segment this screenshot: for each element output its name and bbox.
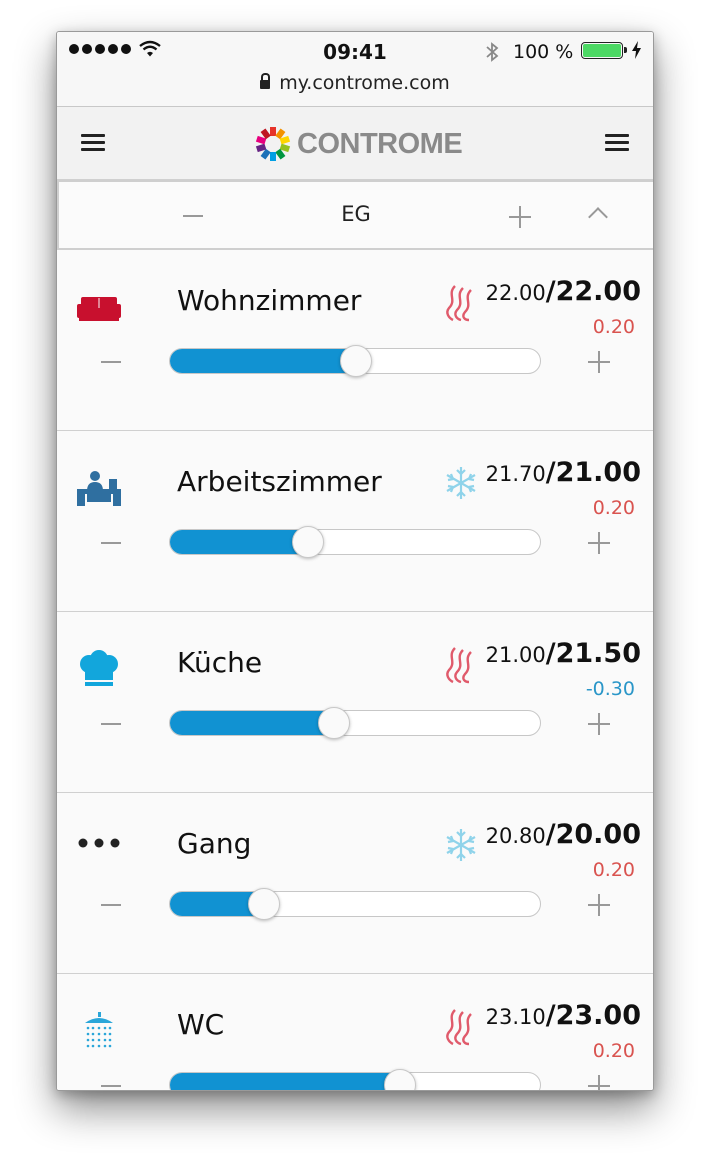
url-text: my.controme.com — [279, 72, 450, 94]
logo-text: CONTROME — [297, 127, 463, 160]
room-name: Wohnzimmer — [177, 284, 362, 317]
temperature-slider[interactable] — [169, 888, 541, 920]
increase-temperature-button[interactable] — [588, 532, 610, 554]
chef-hat-icon — [80, 650, 118, 686]
temperature-offset: 0.20 — [592, 859, 635, 881]
more-dots-icon — [78, 838, 120, 848]
slider-handle[interactable] — [291, 526, 324, 558]
temperature-display: 23.10/23.00 — [485, 1000, 641, 1031]
room-card: Wohnzimmer 22.00/22.00 0.20 — [57, 250, 653, 431]
slider-handle[interactable] — [247, 888, 280, 920]
cooling-icon — [446, 467, 476, 499]
actual-temperature: 21.00 — [485, 643, 546, 667]
address-bar[interactable]: my.controme.com — [57, 72, 653, 94]
office-desk-icon — [77, 471, 121, 506]
temperature-display: 21.00/21.50 — [485, 638, 641, 669]
battery-percentage: 100 % — [513, 41, 574, 63]
room-card: Gang 20.80/20.00 0.20 — [57, 793, 653, 974]
increase-temperature-button[interactable] — [588, 713, 610, 735]
target-temperature: 22.00 — [555, 276, 641, 307]
room-card: Küche 21.00/21.50 -0.30 — [57, 612, 653, 793]
slider-fill — [170, 349, 355, 373]
temperature-offset: -0.30 — [585, 678, 635, 700]
decrease-temperature-button[interactable] — [101, 1085, 121, 1087]
sofa-icon — [77, 297, 121, 321]
right-menu-icon[interactable] — [605, 134, 629, 152]
bluetooth-icon — [486, 42, 499, 62]
actual-temperature: 23.10 — [485, 1005, 546, 1029]
room-name: Arbeitszimmer — [177, 465, 382, 498]
temperature-offset: 0.20 — [592, 1040, 635, 1062]
room-card: WC 23.10/23.00 0.20 — [57, 974, 653, 1090]
temperature-slider[interactable] — [169, 707, 541, 739]
heating-icon — [446, 647, 472, 684]
floor-selector: EG — [57, 180, 653, 250]
heating-icon — [446, 285, 472, 322]
temperature-slider[interactable] — [169, 1069, 541, 1090]
increase-temperature-button[interactable] — [588, 894, 610, 916]
target-temperature: 23.00 — [555, 1000, 641, 1031]
temperature-slider[interactable] — [169, 345, 541, 377]
room-name: Küche — [177, 646, 263, 679]
charging-bolt-icon — [632, 41, 641, 59]
increase-temperature-button[interactable] — [588, 351, 610, 373]
target-temperature: 21.00 — [555, 457, 641, 488]
slider-fill — [170, 1073, 400, 1090]
target-temperature: 21.50 — [555, 638, 641, 669]
actual-temperature: 21.70 — [485, 462, 546, 486]
temperature-offset: 0.20 — [592, 497, 635, 519]
cooling-icon — [446, 829, 476, 861]
status-bar: 09:41 100 % my.controme.com — [57, 32, 653, 107]
slider-fill — [170, 530, 307, 554]
heating-icon — [446, 1009, 472, 1046]
phone-frame: 09:41 100 % my.controme.com CONTROME EG … — [56, 31, 654, 1091]
shower-icon — [85, 1012, 113, 1048]
actual-temperature: 20.80 — [485, 824, 546, 848]
left-menu-icon[interactable] — [81, 134, 105, 152]
temperature-slider[interactable] — [169, 526, 541, 558]
floor-next-button[interactable] — [509, 206, 531, 228]
floor-label: EG — [341, 202, 371, 226]
lock-icon — [260, 73, 271, 89]
decrease-temperature-button[interactable] — [101, 904, 121, 906]
target-temperature: 20.00 — [555, 819, 641, 850]
actual-temperature: 22.00 — [485, 281, 546, 305]
temperature-display: 22.00/22.00 — [485, 276, 641, 307]
decrease-temperature-button[interactable] — [101, 723, 121, 725]
app-header: CONTROME — [57, 107, 653, 180]
slider-handle[interactable] — [317, 707, 350, 739]
controme-logo: CONTROME — [253, 124, 463, 164]
slider-handle[interactable] — [340, 345, 372, 377]
temperature-offset: 0.20 — [592, 316, 635, 338]
slider-fill — [170, 711, 333, 735]
slider-handle[interactable] — [384, 1069, 417, 1090]
decrease-temperature-button[interactable] — [101, 542, 121, 544]
room-card: Arbeitszimmer 21.70/21.00 0.20 — [57, 431, 653, 612]
room-name: WC — [177, 1008, 225, 1041]
battery-icon — [581, 42, 627, 59]
temperature-display: 20.80/20.00 — [485, 819, 641, 850]
temperature-display: 21.70/21.00 — [485, 457, 641, 488]
logo-ring-icon — [255, 127, 291, 161]
decrease-temperature-button[interactable] — [101, 361, 121, 363]
increase-temperature-button[interactable] — [588, 1075, 610, 1090]
room-name: Gang — [177, 827, 252, 860]
